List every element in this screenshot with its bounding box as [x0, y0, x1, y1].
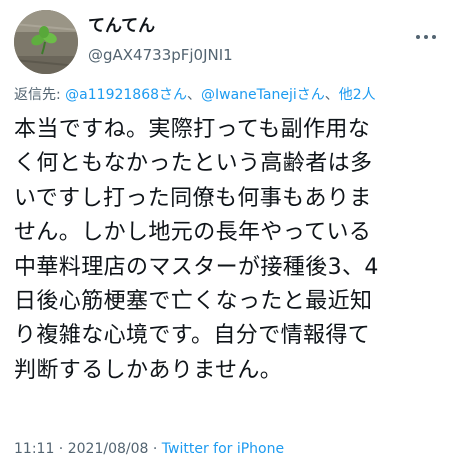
meta-dot-1: · — [54, 441, 68, 457]
tweet-time[interactable]: 11:11 — [14, 441, 54, 457]
avatar-clover-photo — [14, 10, 78, 74]
reply-prefix: 返信先: — [14, 87, 66, 103]
mention-link-2[interactable]: @IwaneTanejiさん — [201, 87, 325, 103]
tweet: てんてん @gAX4733pFj0JNI1 返信先: @a11921868さん、… — [0, 0, 453, 471]
meta-dot-2: · — [148, 441, 162, 457]
user-handle[interactable]: @gAX4733pFj0JNI1 — [88, 44, 233, 66]
others-link[interactable]: 他2人 — [339, 87, 376, 103]
tweet-body-line: 中華料理店のマスターが接種後3、4 — [14, 254, 379, 280]
more-horizontal-icon[interactable] — [413, 28, 439, 46]
tweet-body-line: せん。しかし地元の長年やっている — [14, 220, 372, 246]
tweet-body-line: 本当ですね。実際打っても副作用な — [14, 117, 371, 142]
user-info: てんてん @gAX4733pFj0JNI1 — [88, 14, 233, 66]
avatar[interactable] — [14, 10, 78, 74]
tweet-body-line: 判断するしかありません。 — [14, 357, 283, 383]
tweet-body-line: り複雑な心境です。自分で情報得て — [14, 323, 371, 349]
reply-to-line: 返信先: @a11921868さん、@IwaneTanejiさん、他2人 — [14, 85, 444, 105]
mention-link-1[interactable]: @a11921868さん — [65, 87, 187, 103]
tweet-body-line: 日後心筋梗塞で亡くなったと最近知 — [14, 288, 373, 314]
display-name[interactable]: てんてん — [88, 14, 233, 38]
tweet-body-line: く何ともなかったという高齢者は多 — [14, 151, 373, 177]
reply-separator-1: 、 — [187, 87, 202, 103]
tweet-body-line: いですし打った同僚も何事もありま — [14, 185, 372, 211]
tweet-body: 本当ですね。実際打っても副作用な く何ともなかったという高齢者は多 いですし打っ… — [14, 113, 444, 388]
reply-separator-2: 、 — [324, 87, 339, 103]
tweet-header: てんてん @gAX4733pFj0JNI1 — [14, 10, 439, 78]
tweet-date[interactable]: 2021/08/08 — [68, 441, 149, 457]
tweet-source-link[interactable]: Twitter for iPhone — [162, 441, 284, 457]
tweet-meta: 11:11 · 2021/08/08 · Twitter for iPhone — [14, 439, 284, 459]
